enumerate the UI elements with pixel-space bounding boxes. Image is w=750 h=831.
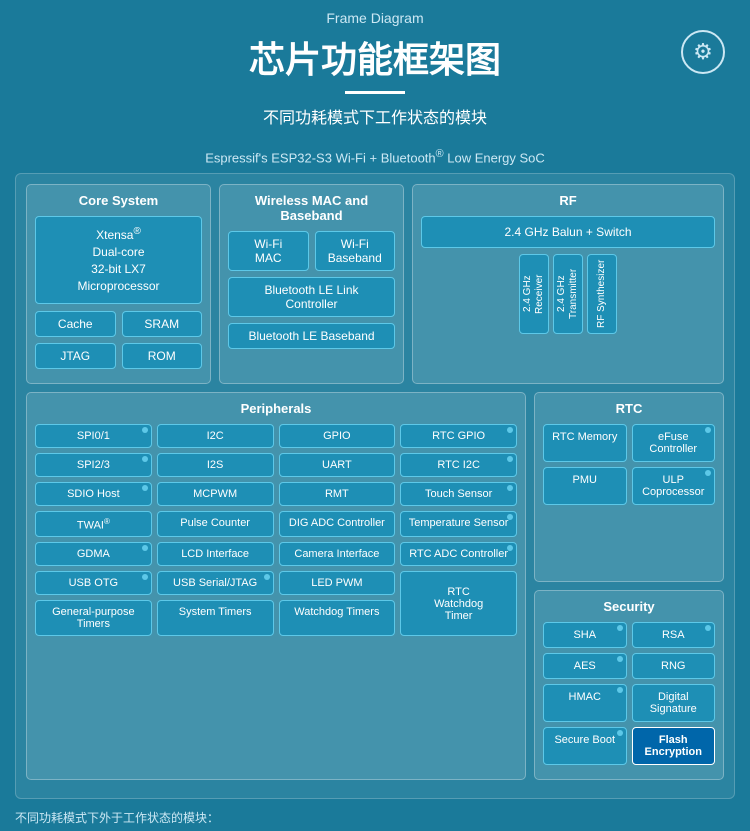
top-label: Frame Diagram: [20, 10, 730, 26]
touch-sensor-button[interactable]: Touch Sensor: [400, 482, 517, 506]
spi01-button[interactable]: SPI0/1: [35, 424, 152, 448]
top-row: Core System Xtensa®Dual-core32-bit LX7Mi…: [26, 184, 724, 383]
rmt-button[interactable]: RMT: [279, 482, 396, 506]
uart-button[interactable]: UART: [279, 453, 396, 477]
header-section: Frame Diagram 芯片功能框架图 不同功耗模式下工作状态的模块 ⚙: [0, 0, 750, 148]
camera-button[interactable]: Camera Interface: [279, 542, 396, 566]
rom-button[interactable]: ROM: [122, 343, 203, 369]
title-divider: [345, 91, 405, 94]
rtc-grid: RTC Memory eFuse Controller PMU ULP Copr…: [543, 424, 715, 505]
gpio-button[interactable]: GPIO: [279, 424, 396, 448]
efuse-button[interactable]: eFuse Controller: [632, 424, 716, 462]
settings-button[interactable]: ⚙: [681, 30, 725, 74]
jtag-button[interactable]: JTAG: [35, 343, 116, 369]
rtc-watchdog-button[interactable]: RTCWatchdogTimer: [400, 571, 517, 636]
pulse-counter-button[interactable]: Pulse Counter: [157, 511, 274, 538]
sys-timers-button[interactable]: System Timers: [157, 600, 274, 636]
cache-sram-row: Cache SRAM: [35, 311, 202, 337]
bt-link-button[interactable]: Bluetooth LE Link Controller: [228, 277, 395, 317]
processor-block: Xtensa®Dual-core32-bit LX7Microprocessor: [35, 216, 202, 303]
pmu-button[interactable]: PMU: [543, 467, 627, 505]
right-column: RTC RTC Memory eFuse Controller PMU ULP …: [534, 392, 724, 780]
spi23-button[interactable]: SPI2/3: [35, 453, 152, 477]
aes-button[interactable]: AES: [543, 653, 627, 679]
led-pwm-button[interactable]: LED PWM: [279, 571, 396, 595]
i2c-button[interactable]: I2C: [157, 424, 274, 448]
temp-sensor-button[interactable]: Temperature Sensor: [400, 511, 517, 538]
wifi-row: Wi-Fi MAC Wi-Fi Baseband: [228, 231, 395, 271]
digital-sig-button[interactable]: Digital Signature: [632, 684, 716, 722]
mcpwm-button[interactable]: MCPWM: [157, 482, 274, 506]
cache-button[interactable]: Cache: [35, 311, 116, 337]
rf-columns: 2.4 GHz Receiver 2.4 GHz Transmitter RF …: [421, 254, 715, 334]
security-title: Security: [543, 599, 715, 614]
bt-baseband-button[interactable]: Bluetooth LE Baseband: [228, 323, 395, 349]
rf-receiver: 2.4 GHz Receiver: [519, 254, 549, 334]
bottom-note: 不同功耗模式下外于工作状态的模块：: [0, 799, 750, 831]
chip-label: Espressif's ESP32-S3 Wi-Fi + Bluetooth® …: [0, 148, 750, 165]
rf-title: RF: [421, 193, 715, 208]
gdma-button[interactable]: GDMA: [35, 542, 152, 566]
security-section: Security SHA RSA AES RNG HMAC Digital Si…: [534, 590, 724, 780]
secure-boot-button[interactable]: Secure Boot: [543, 727, 627, 765]
security-grid: SHA RSA AES RNG HMAC Digital Signature S…: [543, 622, 715, 765]
flash-encryption-button[interactable]: Flash Encryption: [632, 727, 716, 765]
sha-button[interactable]: SHA: [543, 622, 627, 648]
sdio-host-button[interactable]: SDIO Host: [35, 482, 152, 506]
sram-button[interactable]: SRAM: [122, 311, 203, 337]
balun-block: 2.4 GHz Balun + Switch: [421, 216, 715, 248]
subtitle: 不同功耗模式下工作状态的模块: [20, 104, 730, 128]
rtc-adc-button[interactable]: RTC ADC Controller: [400, 542, 517, 566]
bt-link-row: Bluetooth LE Link Controller: [228, 277, 395, 317]
rtc-memory-button[interactable]: RTC Memory: [543, 424, 627, 462]
hmac-button[interactable]: HMAC: [543, 684, 627, 722]
rtc-title: RTC: [543, 401, 715, 416]
wifi-baseband-button[interactable]: Wi-Fi Baseband: [315, 231, 396, 271]
wireless-section: Wireless MAC andBaseband Wi-Fi MAC Wi-Fi…: [219, 184, 404, 383]
jtag-rom-row: JTAG ROM: [35, 343, 202, 369]
peripherals-grid: SPI0/1 I2C GPIO RTC GPIO SPI2/3 I2S UART…: [35, 424, 517, 637]
twai-button[interactable]: TWAI®: [35, 511, 152, 538]
peripherals-title: Peripherals: [35, 401, 517, 416]
bt-base-row: Bluetooth LE Baseband: [228, 323, 395, 349]
gp-timers-button[interactable]: General-purpose Timers: [35, 600, 152, 636]
rf-synthesizer: RF Synthesizer: [587, 254, 617, 334]
dig-adc-button[interactable]: DIG ADC Controller: [279, 511, 396, 538]
main-title: 芯片功能框架图: [20, 31, 730, 83]
rtc-section: RTC RTC Memory eFuse Controller PMU ULP …: [534, 392, 724, 582]
watchdog-timers-button[interactable]: Watchdog Timers: [279, 600, 396, 636]
usb-serial-button[interactable]: USB Serial/JTAG: [157, 571, 274, 595]
i2s-button[interactable]: I2S: [157, 453, 274, 477]
usb-otg-button[interactable]: USB OTG: [35, 571, 152, 595]
wifi-mac-button[interactable]: Wi-Fi MAC: [228, 231, 309, 271]
rf-section: RF 2.4 GHz Balun + Switch 2.4 GHz Receiv…: [412, 184, 724, 383]
rsa-button[interactable]: RSA: [632, 622, 716, 648]
rf-transmitter: 2.4 GHz Transmitter: [553, 254, 583, 334]
rtc-i2c-button[interactable]: RTC I2C: [400, 453, 517, 477]
rng-button[interactable]: RNG: [632, 653, 716, 679]
lcd-button[interactable]: LCD Interface: [157, 542, 274, 566]
wireless-title: Wireless MAC andBaseband: [228, 193, 395, 223]
ulp-button[interactable]: ULP Coprocessor: [632, 467, 716, 505]
core-system-section: Core System Xtensa®Dual-core32-bit LX7Mi…: [26, 184, 211, 383]
diagram-container: Core System Xtensa®Dual-core32-bit LX7Mi…: [15, 173, 735, 798]
bottom-row: Peripherals SPI0/1 I2C GPIO RTC GPIO SPI…: [26, 392, 724, 780]
peripherals-section: Peripherals SPI0/1 I2C GPIO RTC GPIO SPI…: [26, 392, 526, 780]
core-system-title: Core System: [35, 193, 202, 208]
rtc-gpio-button[interactable]: RTC GPIO: [400, 424, 517, 448]
